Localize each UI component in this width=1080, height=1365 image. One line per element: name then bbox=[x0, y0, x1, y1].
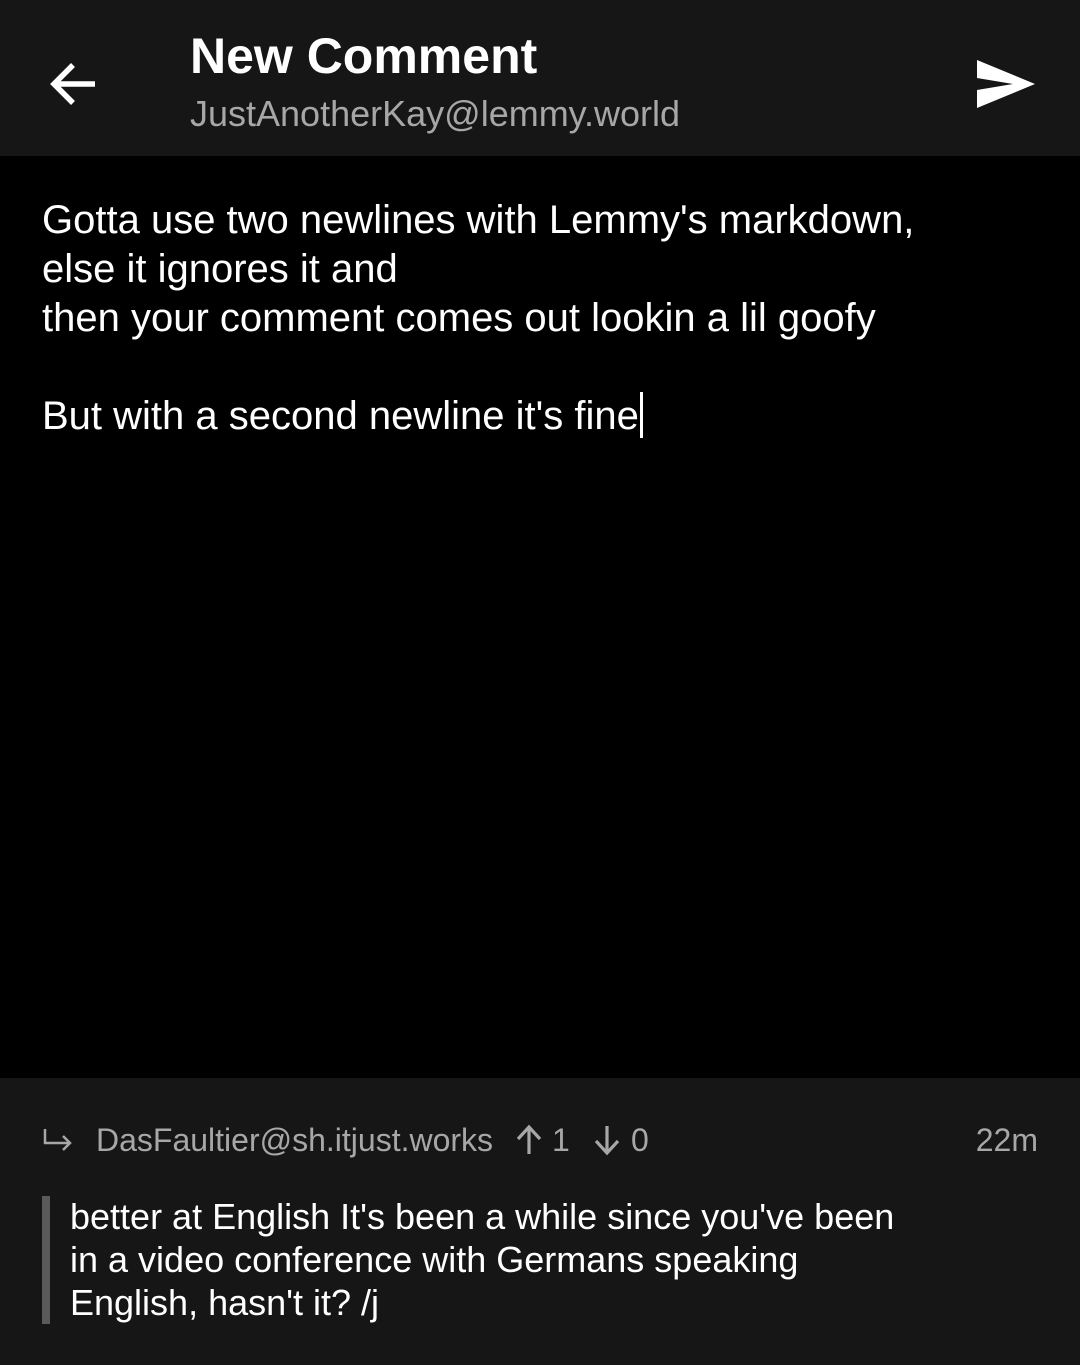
comment-line: then your comment comes out lookin a lil… bbox=[42, 296, 876, 340]
send-icon bbox=[977, 60, 1035, 108]
comment-editor[interactable]: Gotta use two newlines with Lemmy's mark… bbox=[0, 156, 1080, 1078]
comment-text[interactable]: Gotta use two newlines with Lemmy's mark… bbox=[42, 196, 1042, 441]
arrow-left-icon bbox=[50, 63, 95, 105]
comment-line-last: But with a second newline it's fine bbox=[42, 392, 1042, 441]
quote-line: better at English It's been a while sinc… bbox=[70, 1196, 895, 1237]
app-bar: New Comment JustAnotherKay@lemmy.world bbox=[0, 0, 1080, 156]
comment-line-text: But with a second newline it's fine bbox=[42, 394, 639, 438]
account-subtitle: JustAnotherKay@lemmy.world bbox=[190, 93, 681, 134]
text-caret bbox=[639, 392, 643, 438]
downvote-count: 0 bbox=[631, 1122, 649, 1158]
parent-comment-meta: DasFaultier@sh.itjust.works 1 0 22m bbox=[0, 1118, 1080, 1162]
downvote-icon bbox=[594, 1126, 620, 1156]
comment-line: else it ignores it and bbox=[42, 247, 398, 291]
comment-line: Gotta use two newlines with Lemmy's mark… bbox=[42, 198, 915, 242]
quote-line: in a video conference with Germans speak… bbox=[70, 1239, 799, 1280]
comment-line bbox=[42, 343, 1042, 392]
back-button[interactable] bbox=[36, 46, 112, 122]
quote-bar bbox=[42, 1196, 50, 1324]
comment-age: 22m bbox=[975, 1122, 1038, 1158]
send-button[interactable] bbox=[966, 46, 1046, 122]
parent-comment-preview: DasFaultier@sh.itjust.works 1 0 22m bett… bbox=[0, 1078, 1080, 1365]
quote-line: English, hasn't it? /j bbox=[70, 1282, 380, 1323]
parent-comment-body: better at English It's been a while sinc… bbox=[70, 1195, 940, 1324]
upvote-count: 1 bbox=[552, 1122, 570, 1158]
page-title: New Comment bbox=[190, 28, 538, 84]
upvote-icon bbox=[516, 1124, 542, 1154]
parent-author[interactable]: DasFaultier@sh.itjust.works bbox=[96, 1118, 493, 1162]
reply-arrow-icon bbox=[43, 1129, 72, 1151]
